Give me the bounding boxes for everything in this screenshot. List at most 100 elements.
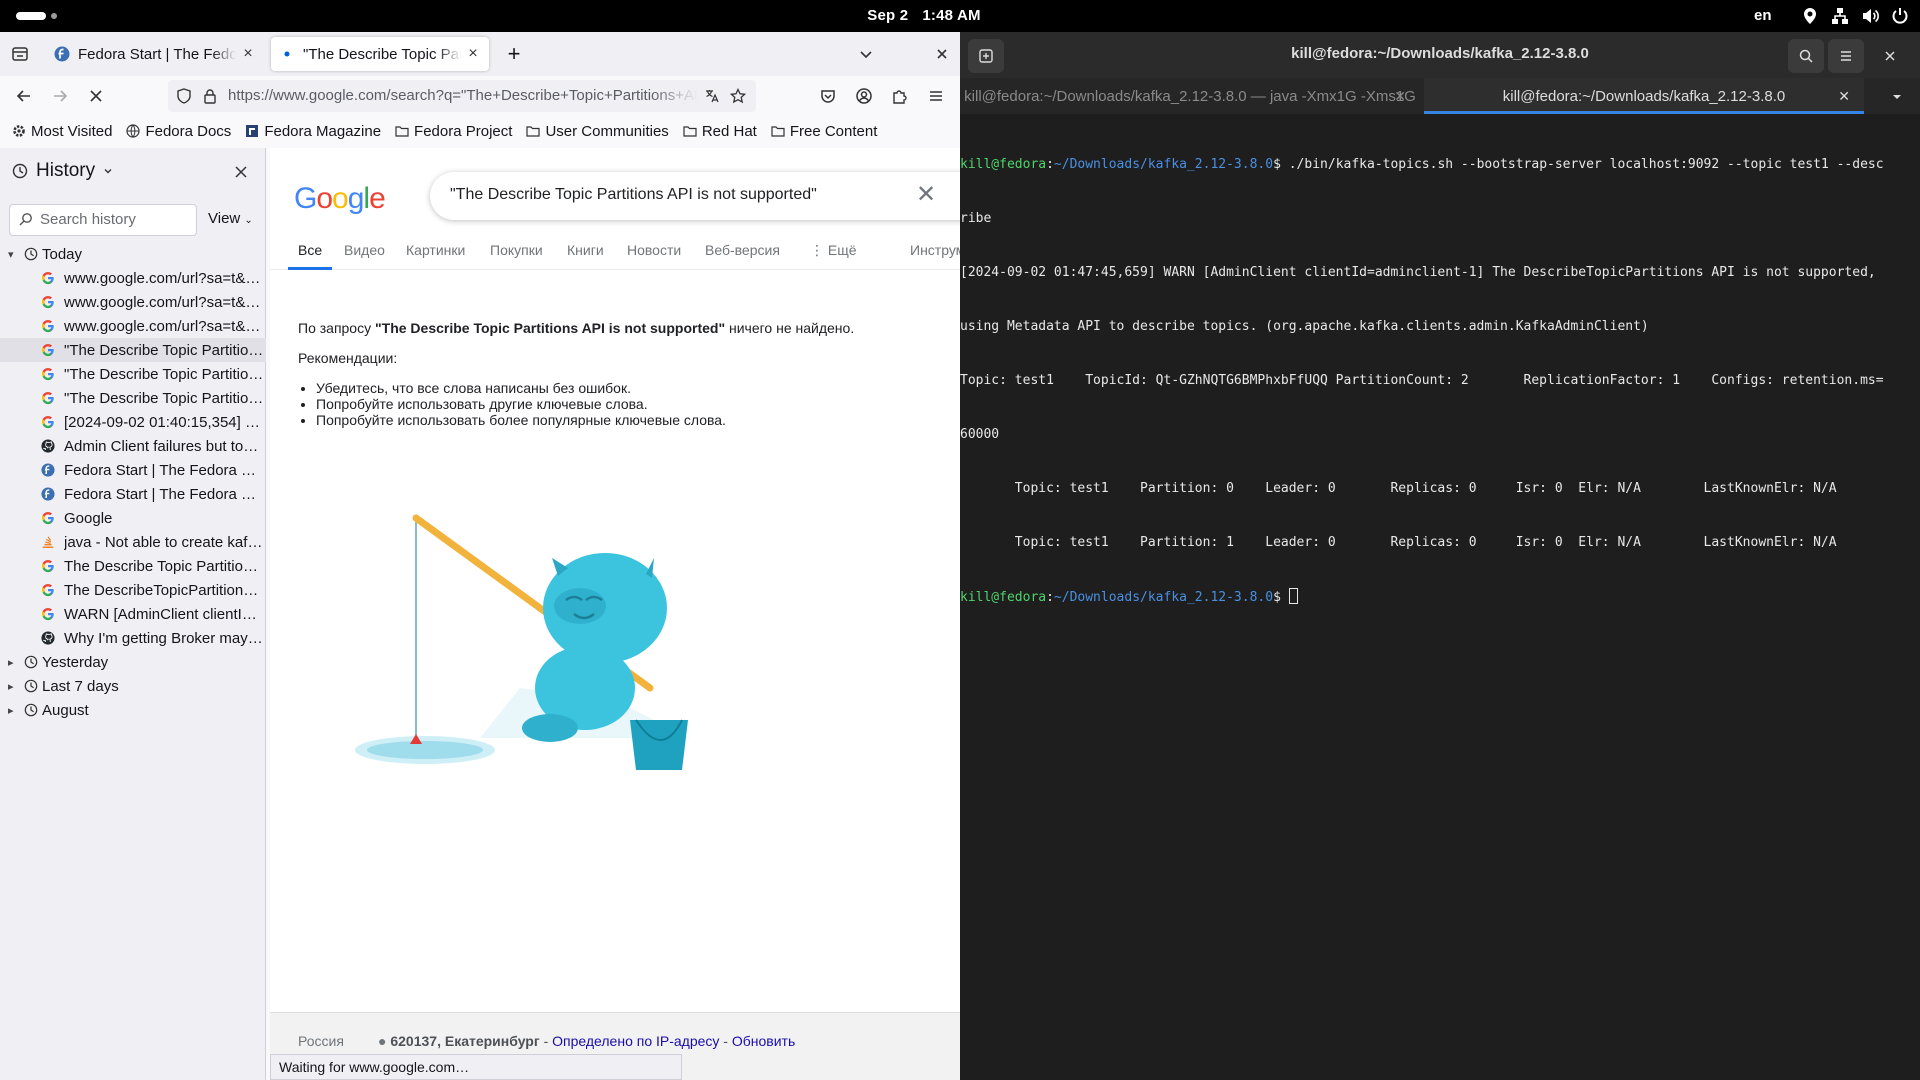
history-group-today[interactable]: ▾ Today bbox=[0, 242, 266, 266]
group-label: Today bbox=[42, 245, 83, 263]
history-group-yesterday[interactable]: ▸ Yesterday bbox=[0, 650, 266, 674]
history-item[interactable]: www.google.com/url?sa=t&source=web bbox=[0, 314, 266, 338]
history-item[interactable]: Fedora Start | The Fedora Project bbox=[0, 458, 266, 482]
clear-search-icon[interactable]: ✕ bbox=[916, 180, 936, 209]
stop-button[interactable] bbox=[80, 80, 112, 112]
history-item-title: The DescribeTopicPartitions API is not s… bbox=[64, 581, 264, 599]
tab-close-button[interactable]: × bbox=[240, 45, 256, 62]
view-menu-button[interactable]: View ⌄ bbox=[208, 210, 253, 227]
google-favicon-icon bbox=[40, 270, 56, 286]
history-item[interactable]: Fedora Start | The Fedora Project bbox=[0, 482, 266, 506]
terminal-search-button[interactable] bbox=[1788, 39, 1824, 73]
forward-button[interactable] bbox=[44, 80, 76, 112]
fishing-yeti-illustration bbox=[355, 514, 690, 770]
tab-shopping[interactable]: Покупки bbox=[490, 242, 543, 258]
history-item[interactable]: "The Describe Topic Partitions API" bbox=[0, 386, 266, 410]
google-search-query: "The Describe Topic Partitions API is no… bbox=[450, 186, 817, 203]
list-all-tabs-button[interactable] bbox=[850, 38, 882, 70]
bookmark-folder-user-communities[interactable]: User Communities bbox=[526, 123, 669, 140]
tab-news[interactable]: Новости bbox=[627, 242, 681, 258]
history-item-title: WARN [AdminClient clientId=adminclient-1… bbox=[64, 605, 264, 623]
tab-close-button[interactable]: ✕ bbox=[1838, 88, 1850, 105]
prompt-path: ~/Downloads/kafka_2.12-3.8.0 bbox=[1053, 590, 1274, 605]
bookmark-fedora-docs[interactable]: Fedora Docs bbox=[126, 123, 231, 140]
history-group-last-7-days[interactable]: ▸ Last 7 days bbox=[0, 674, 266, 698]
google-search-box[interactable]: "The Describe Topic Partitions API is no… bbox=[430, 172, 960, 220]
footer-update-link[interactable]: Обновить bbox=[732, 1033, 795, 1049]
bookmark-most-visited[interactable]: Most Visited bbox=[12, 123, 112, 140]
account-button[interactable] bbox=[848, 80, 880, 112]
gnome-top-bar: Sep 2 1:48 AM en bbox=[0, 0, 1920, 32]
tab-web[interactable]: Веб-версия bbox=[705, 242, 780, 258]
tab-google-search[interactable]: "The Describe Topic Partitions API is no… bbox=[271, 37, 489, 71]
tab-close-button[interactable]: × bbox=[465, 45, 481, 62]
history-item-title: [2024-09-02 01:40:15,354] WARN bbox=[64, 413, 264, 431]
google-favicon-icon bbox=[40, 294, 56, 310]
google-favicon-icon bbox=[40, 390, 56, 406]
bookmark-folder-free-content[interactable]: Free Content bbox=[771, 122, 878, 140]
firefox-view-button[interactable] bbox=[4, 38, 36, 70]
bookmark-folder-red-hat[interactable]: Red Hat bbox=[683, 123, 757, 140]
history-group-august[interactable]: ▸ August bbox=[0, 698, 266, 722]
pocket-button[interactable] bbox=[812, 80, 844, 112]
clock[interactable]: Sep 2 1:48 AM bbox=[0, 7, 1848, 24]
bookmark-folder-fedora-project[interactable]: Fedora Project bbox=[395, 123, 512, 140]
bookmark-label: Fedora Magazine bbox=[264, 122, 382, 140]
tab-fedora-start[interactable]: Fedora Start | The Fedora Project × bbox=[46, 37, 264, 71]
history-item[interactable]: The Describe Topic Partitions API bbox=[0, 554, 266, 578]
tab-more[interactable]: ⋮ Ещё bbox=[810, 242, 857, 259]
tab-list-chevron-icon[interactable] bbox=[1890, 90, 1904, 104]
app-menu-button[interactable] bbox=[920, 80, 952, 112]
back-button[interactable] bbox=[8, 80, 40, 112]
command-text: ./bin/kafka-topics.sh --bootstrap-server… bbox=[1288, 157, 1884, 172]
footer-location: ● 620137, Екатеринбург - Определено по I… bbox=[378, 1033, 795, 1049]
extensions-button[interactable] bbox=[884, 80, 916, 112]
new-tab-button[interactable]: + bbox=[498, 38, 530, 70]
tab-images[interactable]: Картинки bbox=[406, 242, 465, 258]
history-item[interactable]: [2024-09-02 01:40:15,354] WARN bbox=[0, 410, 266, 434]
sidebar-switcher[interactable]: History bbox=[12, 160, 113, 182]
history-item[interactable]: Admin Client failures but topic created bbox=[0, 434, 266, 458]
bookmark-fedora-magazine[interactable]: Fedora Magazine bbox=[245, 123, 381, 140]
clock-icon bbox=[24, 679, 38, 693]
tab-tools[interactable]: Инструменты bbox=[910, 242, 960, 258]
history-item[interactable]: www.google.com/url?sa=t&source=web bbox=[0, 266, 266, 290]
url-bar[interactable]: https://www.google.com/search?q="The+Des… bbox=[168, 80, 756, 112]
bookmark-star-icon[interactable] bbox=[730, 88, 746, 104]
tab-video[interactable]: Видео bbox=[344, 242, 385, 258]
terminal-header-bar: kill@fedora:~/Downloads/kafka_2.12-3.8.0 bbox=[960, 32, 1920, 78]
history-item[interactable]: www.google.com/url?sa=t&source=web bbox=[0, 290, 266, 314]
translate-icon[interactable] bbox=[704, 88, 720, 104]
history-item[interactable]: "The Describe Topic Partitions API" bbox=[0, 362, 266, 386]
history-item[interactable]: The DescribeTopicPartitions API is not s… bbox=[0, 578, 266, 602]
google-logo[interactable]: Google bbox=[294, 182, 386, 216]
hamburger-menu-icon bbox=[1841, 51, 1851, 61]
terminal-menu-button[interactable] bbox=[1828, 39, 1864, 73]
location-dot-icon: ● bbox=[378, 1033, 391, 1049]
terminal-tab-active[interactable]: kill@fedora:~/Downloads/kafka_2.12-3.8.0… bbox=[1424, 78, 1864, 114]
lock-icon[interactable] bbox=[202, 88, 218, 104]
history-item[interactable]: Google bbox=[0, 506, 266, 530]
history-search-input[interactable]: Search history bbox=[9, 204, 197, 236]
terminal-scrollbar[interactable] bbox=[1908, 120, 1914, 1070]
bookmark-label: Free Content bbox=[789, 122, 878, 140]
terminal-output[interactable]: kill@fedora:~/Downloads/kafka_2.12-3.8.0… bbox=[960, 120, 1905, 642]
history-item[interactable]: "The Describe Topic Partitions API is no… bbox=[0, 338, 266, 362]
keyboard-layout-indicator[interactable]: en bbox=[1754, 7, 1772, 24]
tab-books[interactable]: Книги bbox=[567, 242, 604, 258]
terminal-close-button[interactable] bbox=[1872, 39, 1908, 73]
history-item[interactable]: WARN [AdminClient clientId=adminclient-1… bbox=[0, 602, 266, 626]
tab-close-button[interactable]: ✕ bbox=[1394, 88, 1406, 105]
terminal-tab-kafka-server[interactable]: kill@fedora:~/Downloads/kafka_2.12-3.8.0… bbox=[960, 78, 1420, 114]
system-tray[interactable] bbox=[1800, 6, 1910, 26]
sidebar-close-button[interactable] bbox=[234, 162, 248, 185]
history-item[interactable]: Why I'm getting Broker may not be availa… bbox=[0, 626, 266, 650]
window-close-button[interactable] bbox=[926, 38, 958, 70]
tracking-protection-shield-icon[interactable] bbox=[176, 88, 192, 104]
tab-all[interactable]: Все bbox=[298, 242, 322, 258]
history-item[interactable]: java - Not able to create kafka topic bbox=[0, 530, 266, 554]
footer-ip-link[interactable]: Определено по IP-адресу bbox=[552, 1033, 719, 1049]
puzzle-piece-icon bbox=[893, 90, 907, 104]
terminal-line: kill@fedora:~/Downloads/kafka_2.12-3.8.0… bbox=[960, 588, 1905, 606]
terminal-line: Topic: test1 TopicId: Qt-GZhNQTG6BMPhxbF… bbox=[960, 373, 1884, 388]
